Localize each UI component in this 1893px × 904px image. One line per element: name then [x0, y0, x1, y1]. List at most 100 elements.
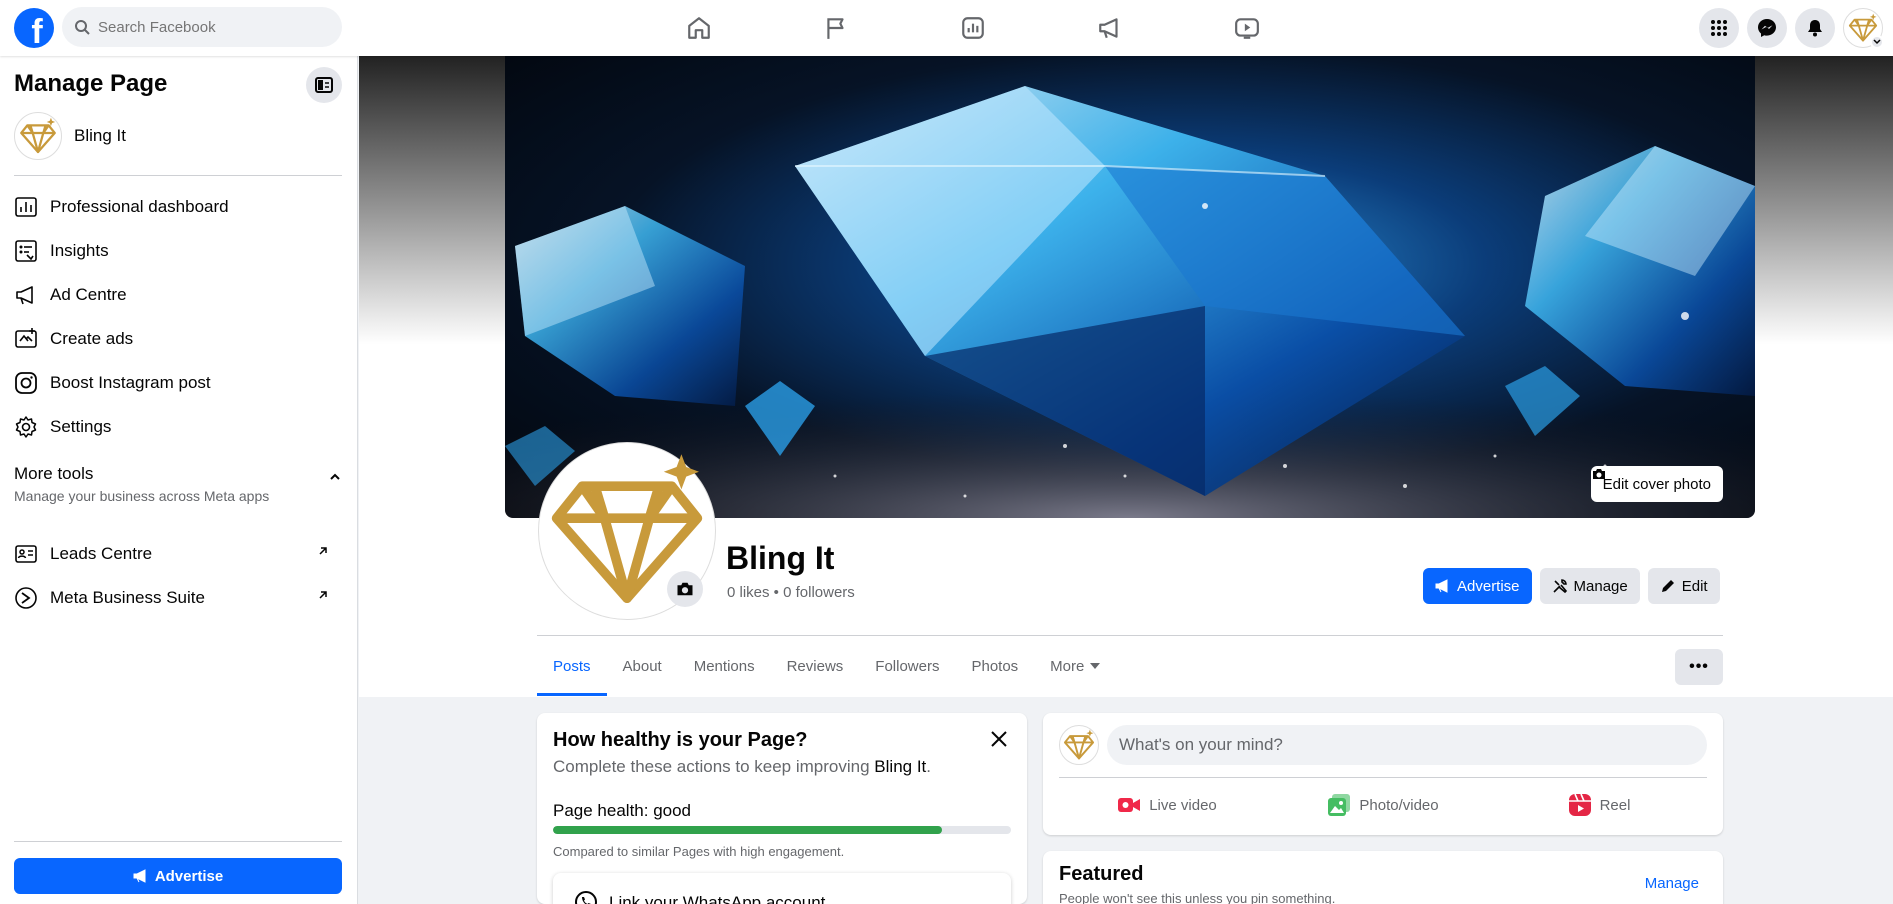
home-icon [687, 17, 710, 39]
photo-video-button[interactable]: Photo/video [1275, 785, 1491, 825]
more-options-button[interactable]: ••• [1675, 649, 1723, 685]
leads-icon [15, 545, 37, 563]
page-tabs: Posts About Mentions Reviews Followers P… [537, 636, 1116, 696]
nav-pages[interactable] [767, 0, 904, 56]
sidebar-page-name: Bling It [74, 126, 126, 145]
sidebar-collapse-icon [315, 77, 333, 93]
composer-divider [1059, 777, 1707, 778]
tab-mentions[interactable]: Mentions [678, 636, 771, 696]
tab-more[interactable]: More [1034, 636, 1116, 696]
composer-avatar [1059, 725, 1099, 765]
tab-label: About [622, 657, 662, 675]
tab-label: Posts [553, 657, 591, 675]
sidebar-item-professional-dashboard[interactable]: Professional dashboard [14, 189, 342, 225]
whatsapp-label: Link your WhatsApp account [609, 893, 826, 904]
sidebar-item-create-ads[interactable]: Create ads [14, 321, 342, 357]
ad-centre-megaphone-icon [1098, 18, 1118, 39]
sidebar-page-switcher[interactable]: Bling It [14, 112, 126, 160]
chevron-down-icon [1870, 35, 1884, 49]
sidebar-item-label: Professional dashboard [50, 197, 229, 216]
live-video-button[interactable]: Live video [1059, 785, 1275, 825]
tab-posts[interactable]: Posts [537, 636, 607, 696]
tab-label: Followers [875, 657, 940, 675]
collapse-sidebar-button[interactable] [306, 67, 342, 103]
close-icon[interactable] [987, 727, 1011, 751]
reel-button[interactable]: Reel [1491, 785, 1707, 825]
tab-about[interactable]: About [607, 636, 678, 696]
page-health-progress-fill [553, 826, 943, 834]
search-icon [75, 20, 90, 35]
health-subtitle-page: Bling It [874, 757, 927, 776]
post-composer: What's on your mind? Live video Photo/vi… [1043, 713, 1723, 835]
menu-button[interactable] [1699, 8, 1739, 48]
sidebar-advertise-button[interactable]: Advertise [14, 858, 342, 894]
composer-input[interactable]: What's on your mind? [1107, 725, 1707, 765]
advertise-button[interactable]: Advertise [1423, 568, 1532, 604]
edit-cover-label: Edit cover photo [1602, 475, 1711, 493]
pages-flag-icon [826, 18, 844, 39]
cover-photo: Edit cover photo [505, 56, 1755, 518]
messenger-button[interactable] [1747, 8, 1787, 48]
diamond-logo-icon [19, 117, 57, 155]
search-input[interactable] [98, 18, 318, 36]
featured-manage-link[interactable]: Manage [1645, 875, 1699, 892]
reel-icon [1568, 793, 1591, 816]
tab-label: Reviews [786, 657, 844, 675]
tab-photos[interactable]: Photos [955, 636, 1034, 696]
more-options-label: ••• [1689, 658, 1709, 675]
page-stats[interactable]: 0 likes • 0 followers [727, 584, 855, 601]
camera-icon [1592, 469, 1605, 479]
facebook-logo-letter: f [31, 13, 43, 48]
reel-label: Reel [1599, 796, 1631, 814]
photo-video-label: Photo/video [1359, 796, 1439, 814]
health-card-subtitle: Complete these actions to keep improving… [553, 757, 931, 777]
featured-subtitle: People won't see this unless you pin som… [1059, 891, 1336, 904]
megaphone-icon [1435, 579, 1448, 593]
menu-grid-icon [1711, 20, 1727, 36]
notifications-bell-icon [1808, 20, 1822, 37]
update-profile-picture-button[interactable] [667, 571, 703, 607]
more-tools-section[interactable]: More tools Manage your business across M… [14, 464, 342, 504]
search-box[interactable] [62, 7, 342, 47]
link-whatsapp-action[interactable]: Link your WhatsApp account [553, 873, 1011, 904]
dashboard-icon [961, 17, 984, 39]
external-link-icon [319, 547, 327, 555]
megaphone-icon [133, 869, 146, 883]
page-avatar [14, 112, 62, 160]
manage-button[interactable]: Manage [1539, 568, 1640, 604]
sidebar-item-meta-business-suite[interactable]: Meta Business Suite [14, 580, 342, 616]
sidebar-item-label: Settings [50, 417, 112, 436]
sidebar-item-label: Create ads [50, 329, 134, 348]
tab-followers[interactable]: Followers [859, 636, 955, 696]
notifications-button[interactable] [1795, 8, 1835, 48]
live-video-label: Live video [1149, 796, 1217, 814]
camera-icon [677, 582, 693, 596]
sidebar-item-settings[interactable]: Settings [14, 409, 342, 445]
whatsapp-icon [575, 891, 597, 904]
nav-dashboard[interactable] [904, 0, 1041, 56]
sidebar-item-label: Leads Centre [50, 544, 153, 563]
edit-button[interactable]: Edit [1647, 568, 1720, 604]
sidebar-divider [14, 841, 342, 842]
nav-ad-centre[interactable] [1041, 0, 1178, 56]
sidebar-item-boost-instagram-post[interactable]: Boost Instagram post [14, 365, 342, 401]
pencil-icon [1661, 580, 1674, 592]
sidebar-item-insights[interactable]: Insights [14, 233, 342, 269]
chevron-up-icon[interactable] [328, 470, 342, 484]
page-health-progress-bar [553, 826, 1011, 834]
sidebar-item-ad-centre[interactable]: Ad Centre [14, 277, 342, 313]
megaphone-icon [16, 286, 33, 305]
account-avatar[interactable] [1843, 8, 1884, 49]
sidebar-title: Manage Page [14, 70, 168, 97]
nav-home[interactable] [630, 0, 767, 56]
video-icon [1234, 18, 1259, 39]
more-tools-subtitle: Manage your business across Meta apps [14, 488, 270, 504]
nav-video[interactable] [1178, 0, 1315, 56]
health-comparison-note: Compared to similar Pages with high enga… [553, 844, 845, 859]
sidebar-item-leads-centre[interactable]: Leads Centre [14, 536, 342, 572]
sidebar-item-label: Ad Centre [50, 285, 127, 304]
edit-cover-photo-button[interactable]: Edit cover photo [1590, 466, 1723, 502]
tab-reviews[interactable]: Reviews [771, 636, 860, 696]
advertise-label: Advertise [1457, 577, 1520, 595]
facebook-logo[interactable]: f [14, 8, 54, 48]
